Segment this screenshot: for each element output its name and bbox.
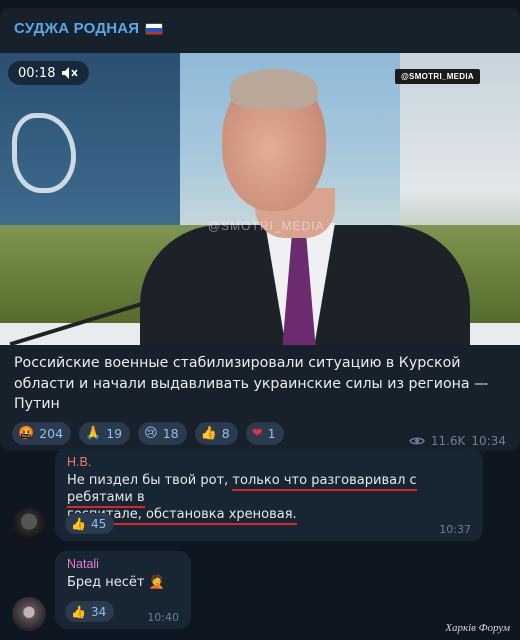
- reaction-count: 1: [267, 426, 276, 441]
- video-duration: 00:18: [18, 65, 56, 81]
- angry-face-icon: 🤬: [18, 426, 35, 441]
- post-time: 10:34: [471, 434, 506, 448]
- channel-header[interactable]: СУДЖА РОДНАЯ: [14, 20, 164, 37]
- facepalm-icon: 🤦: [148, 575, 165, 590]
- comment-time: 10:37: [439, 523, 471, 536]
- comment-bubble: Natali Бред несёт 🤦 👍 34 10:40: [55, 551, 191, 629]
- reaction-pray[interactable]: 🙏 19: [79, 422, 131, 445]
- speaker-icon[interactable]: [61, 66, 79, 80]
- comment-reaction[interactable]: 👍 34: [65, 601, 115, 622]
- post-views: 11.6K: [430, 434, 466, 448]
- comment-bubble: Н.В. Не пиздел бы твой рот, только что р…: [55, 449, 483, 541]
- heart-icon: ❤: [251, 426, 263, 441]
- channel-title: СУДЖА РОДНАЯ: [14, 20, 140, 37]
- reaction-count: 8: [221, 426, 230, 441]
- thumbs-up-icon: 👍: [71, 604, 86, 619]
- comment-text: Не пиздел бы твой рот, только что разгов…: [67, 472, 483, 525]
- crying-face-icon: 😢: [144, 426, 158, 441]
- reaction-count: 45: [90, 516, 107, 531]
- comment-text-plain: Бред несёт: [67, 575, 145, 590]
- video-watermark: @SMOTRI_MEDIA: [208, 219, 325, 233]
- reaction-crying[interactable]: 😢 18: [138, 422, 187, 445]
- smotri-media-badge: @SMOTRI_MEDIA: [394, 69, 480, 84]
- footer-watermark: Харків Форум: [445, 622, 510, 634]
- eye-icon: [409, 437, 425, 445]
- comment-text: Бред несёт 🤦: [67, 574, 165, 591]
- thumbs-up-icon: 👍: [200, 426, 217, 441]
- comment-text-plain: Не пиздел бы твой рот,: [67, 473, 233, 488]
- reactions-bar: 🤬 204 🙏 19 😢 18 👍 8 ❤ 1: [12, 422, 284, 445]
- video-player[interactable]: @SMOTRI_MEDIA 00:18 @SMOTRI_MEDIA: [0, 53, 520, 345]
- comment-reaction[interactable]: 👍 45: [65, 513, 115, 534]
- avatar[interactable]: [12, 508, 46, 542]
- reaction-count: 19: [106, 426, 123, 441]
- reaction-heart[interactable]: ❤ 1: [245, 422, 284, 445]
- comment-author[interactable]: Н.В.: [67, 455, 91, 469]
- reaction-count: 34: [90, 604, 107, 619]
- speaker-hair: [230, 69, 318, 109]
- reaction-count: 204: [39, 426, 64, 441]
- comment-author[interactable]: Natali: [67, 557, 99, 571]
- video-duration-pill[interactable]: 00:18: [8, 61, 90, 85]
- reaction-angry[interactable]: 🤬 204: [12, 422, 72, 445]
- reaction-thumbs-up[interactable]: 👍 8: [194, 422, 238, 445]
- pray-icon: 🙏: [85, 426, 102, 441]
- reaction-count: 18: [162, 426, 179, 441]
- thumbs-up-icon: 👍: [71, 516, 86, 531]
- russia-flag-icon: [145, 22, 164, 35]
- comment-time: 10:40: [147, 611, 179, 624]
- avatar[interactable]: [12, 597, 46, 631]
- post-text: Российские военные стабилизировали ситуа…: [14, 355, 489, 412]
- channel-post-card: СУДЖА РОДНАЯ @SMOTRI_MEDIA 00:18 @SMOTRI…: [0, 8, 520, 451]
- post-meta: 11.6K 10:34: [409, 434, 506, 448]
